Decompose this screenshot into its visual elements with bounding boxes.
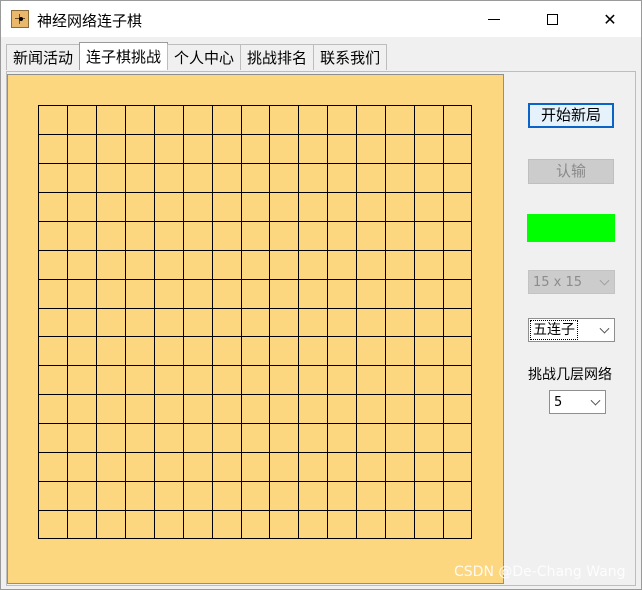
chevron-down-icon bbox=[599, 275, 610, 286]
board-size-value: 15 x 15 bbox=[533, 274, 583, 290]
board-grid-line-h bbox=[38, 221, 472, 222]
board-grid-line-v bbox=[241, 105, 242, 539]
tab-gomoku-challenge[interactable]: 连子棋挑战 bbox=[79, 42, 169, 70]
board-grid-line-h bbox=[38, 279, 472, 280]
board-grid-line-h bbox=[38, 336, 472, 337]
resign-button[interactable]: 认输 bbox=[528, 159, 614, 184]
new-game-button[interactable]: 开始新局 bbox=[528, 103, 614, 128]
board-grid-line-h bbox=[38, 308, 472, 309]
board-grid-line-h bbox=[38, 105, 472, 106]
board-grid-line-v bbox=[414, 105, 415, 539]
chevron-down-icon bbox=[599, 323, 610, 334]
win-mode-value: 五连子 bbox=[530, 320, 578, 340]
close-icon: ✕ bbox=[603, 9, 617, 29]
game-board-grid[interactable] bbox=[38, 105, 472, 539]
board-grid-line-v bbox=[356, 105, 357, 539]
tab-bar: 新闻活动 连子棋挑战 个人中心 挑战排名 联系我们 bbox=[6, 42, 388, 72]
app-window: 神经网络连子棋 ✕ 新闻活动 连子棋挑战 个人中心 挑战排名 联系我们 开始新局… bbox=[0, 0, 642, 590]
board-grid-line-v bbox=[269, 105, 270, 539]
tab-contact[interactable]: 联系我们 bbox=[313, 44, 388, 70]
board-grid-line-v bbox=[212, 105, 213, 539]
win-mode-select[interactable]: 五连子 bbox=[528, 318, 615, 342]
board-grid-line-h bbox=[38, 423, 472, 424]
minimize-icon bbox=[488, 18, 500, 20]
gomoku-board-icon bbox=[11, 10, 29, 28]
tab-ranking[interactable]: 挑战排名 bbox=[240, 44, 315, 70]
board-grid-line-h bbox=[38, 510, 472, 511]
maximize-icon bbox=[546, 13, 558, 25]
board-grid-line-h bbox=[38, 394, 472, 395]
board-grid-line-h bbox=[38, 134, 472, 135]
board-grid-line-v bbox=[125, 105, 126, 539]
board-grid-line-v bbox=[327, 105, 328, 539]
turn-status-indicator bbox=[527, 214, 615, 242]
board-grid-line-h bbox=[38, 452, 472, 453]
watermark: CSDN @De-Chang Wang bbox=[454, 564, 626, 580]
board-grid-line-v bbox=[154, 105, 155, 539]
board-grid-line-h bbox=[38, 192, 472, 193]
board-grid-line-h bbox=[38, 365, 472, 366]
board-grid-line-h bbox=[38, 250, 472, 251]
board-grid-line-h bbox=[38, 481, 472, 482]
board-grid-line-v bbox=[443, 105, 444, 539]
board-grid-line-v bbox=[38, 105, 39, 539]
minimize-button[interactable] bbox=[471, 1, 517, 37]
network-layers-select[interactable]: 5 bbox=[549, 390, 606, 414]
board-grid-line-v bbox=[183, 105, 184, 539]
board-size-select[interactable]: 15 x 15 bbox=[528, 270, 615, 294]
board-grid-line-v bbox=[385, 105, 386, 539]
board-grid-line-v bbox=[298, 105, 299, 539]
network-layers-label: 挑战几层网络 bbox=[528, 367, 612, 383]
board-grid-line-v bbox=[471, 105, 472, 539]
title-bar[interactable]: 神经网络连子棋 ✕ bbox=[1, 1, 641, 37]
board-grid-line-h bbox=[38, 163, 472, 164]
tab-news[interactable]: 新闻活动 bbox=[6, 44, 81, 70]
network-layers-value: 5 bbox=[554, 394, 563, 410]
board-grid-line-v bbox=[96, 105, 97, 539]
board-grid-line-h bbox=[38, 538, 472, 539]
chevron-down-icon bbox=[590, 395, 601, 406]
maximize-button[interactable] bbox=[529, 1, 575, 37]
close-button[interactable]: ✕ bbox=[587, 1, 633, 37]
tab-personal-center[interactable]: 个人中心 bbox=[167, 44, 242, 70]
window-title: 神经网络连子棋 bbox=[37, 12, 143, 30]
board-grid-line-v bbox=[67, 105, 68, 539]
